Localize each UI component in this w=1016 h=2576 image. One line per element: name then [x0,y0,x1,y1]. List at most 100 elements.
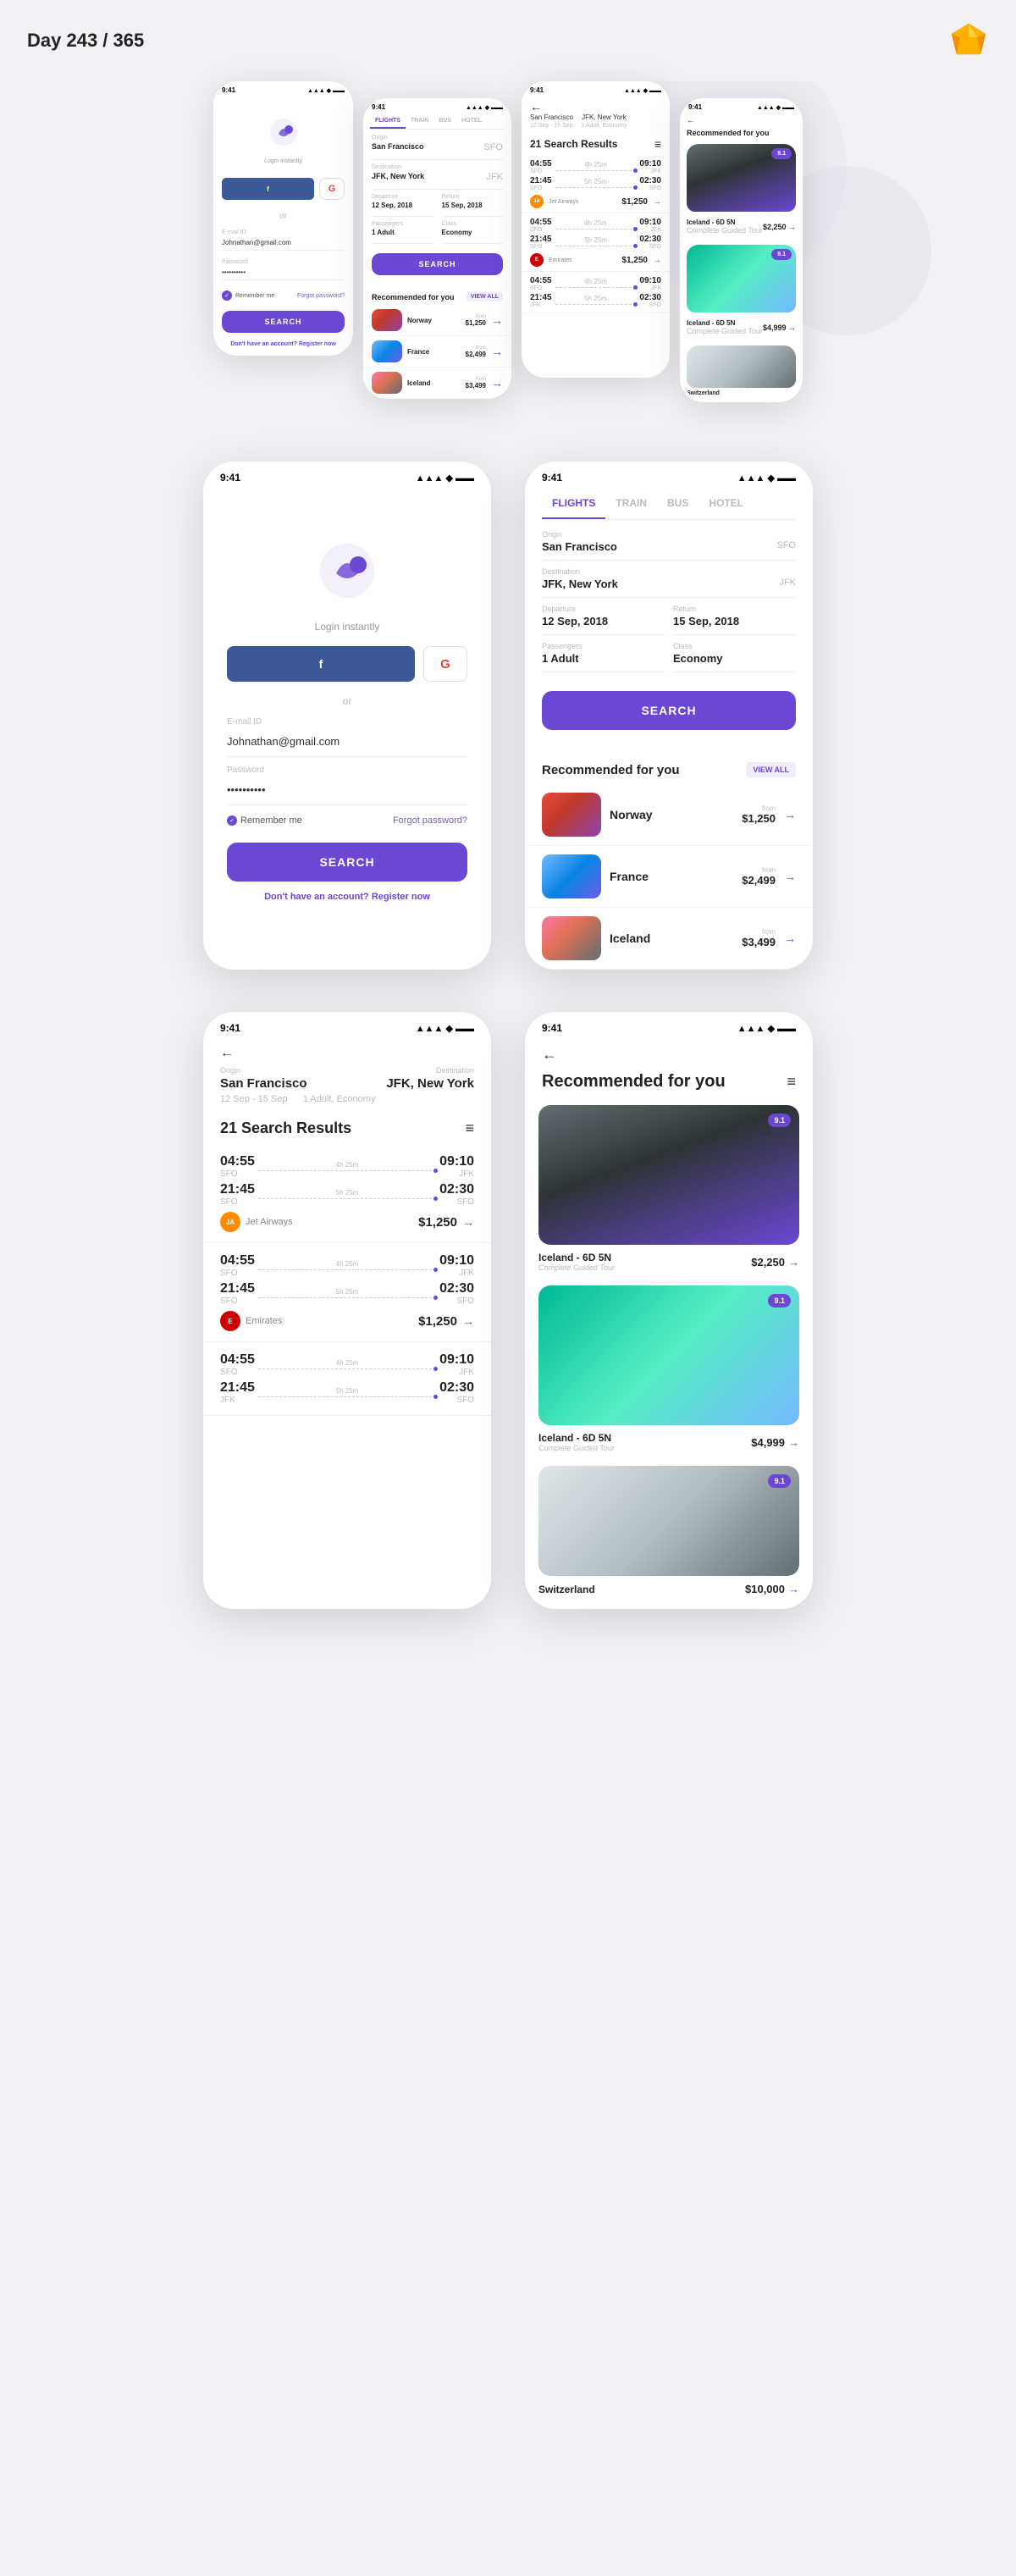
price-arrow-2[interactable]: → [653,256,661,265]
register-link-text-lg[interactable]: Register now [372,892,430,902]
dep-label-sm: Departure [372,194,433,200]
google-button-lg[interactable]: G [423,646,467,682]
view-all-btn-lg[interactable]: VIEW ALL [746,762,796,777]
tab-flights-lg[interactable]: FLIGHTS [542,487,605,519]
dur3b-lg: 5h 25m [258,1387,436,1395]
phone-rec-cards-large: 9:41 ▲▲▲ ◆ ▬▬ ← Recommended for you ≡ 9.… [525,1012,813,1609]
norway-arrow-lg[interactable]: → [784,808,796,821]
facebook-icon: f [267,185,269,193]
tab-train[interactable]: TRAIN [406,113,433,129]
dep-code-1b: SFO [530,185,552,191]
back-arrow-sm[interactable]: ← [530,100,661,113]
flight-3-sm: 04:55 SFO 4h 25m 09:10 JFK 21:45 [522,272,670,313]
france-arrow-sm[interactable]: → [491,345,503,358]
arr-time-3: 09:10 [639,276,661,285]
rec-cards-header-sm: Recommended for you [680,125,803,141]
tab-train-lg[interactable]: TRAIN [605,487,657,519]
rec-item-norway-lg: Norway from $1,250 → [525,784,813,846]
facebook-button-lg[interactable]: f [227,646,415,682]
pax-label-lg: Passengers [542,642,665,650]
card-arrow-3-lg[interactable]: → [788,1583,799,1595]
results-title-row-sm: 21 Search Results ≡ [522,133,670,155]
register-prompt: Don't have an account? Register now [230,341,336,347]
google-icon: G [329,184,336,194]
filter-icon-cards-lg[interactable]: ≡ [787,1073,796,1091]
dep-code-1: SFO [530,169,552,174]
tab-bus[interactable]: BUS [433,113,456,129]
class-value-sm: Economy [442,229,504,244]
line3b-lg: 5h 25m [258,1387,436,1399]
rec-cards-header-lg: Recommended for you ≡ [525,1064,813,1098]
france-arrow-lg[interactable]: → [784,870,796,883]
email-input-lg[interactable] [227,727,467,757]
back-arrow-lg[interactable]: ← [220,1046,474,1061]
card-price-3-lg: $10,000 → [745,1583,799,1595]
email-input[interactable] [222,235,345,251]
dest-label-lg: Destination [542,567,796,576]
password-input[interactable] [222,265,345,280]
tab-hotel-lg[interactable]: HOTEL [698,487,754,519]
card-tour-1-lg: Complete Guided Tour [538,1263,615,1272]
view-all-btn-sm[interactable]: VIEW ALL [467,292,503,301]
tab-bus-lg[interactable]: BUS [657,487,698,519]
pax-label-sm: Passengers [372,221,433,227]
tab-hotel[interactable]: HOTEL [456,113,487,129]
results-header-sm: ← San Francisco JFK, New York 12 Sep - 1… [522,96,670,133]
section-bottom-mockups: 9:41 ▲▲▲ ◆ ▬▬ ← Origin San Francisco Des… [0,995,1016,1643]
tab-flights[interactable]: FLIGHTS [370,113,406,129]
arr-c1-lg: JFK [439,1169,474,1179]
rec-item-iceland-lg: Iceland from $3,499 → [525,908,813,970]
back-arrow-4[interactable]: ← [687,116,695,125]
facebook-button[interactable]: f [222,178,314,200]
remember-checkbox[interactable] [222,290,232,301]
iceland-price-lg: $3,499 [742,936,776,948]
google-button[interactable]: G [319,178,345,200]
iceland-arrow-sm[interactable]: → [491,376,503,390]
flight-2-row2: 21:45 SFO 5h 25m 02:30 SFO [530,235,661,250]
search-btn-lg[interactable]: SEARCH [542,691,796,730]
flight-1-sm: 04:55 SFO 4h 25m 09:10 JFK 21:45 [522,155,670,213]
dep-c3b-lg: JFK [220,1396,255,1405]
card-arrow-2-lg[interactable]: → [788,1436,799,1449]
price-arrow-1[interactable]: → [653,197,661,207]
france-thumb-sm [372,340,402,362]
status-bar-2: 9:41 ▲▲▲ ◆ ▬▬ [363,98,511,113]
dep-code-3b: JFK [530,302,552,308]
flight-1-row1: 04:55 SFO 4h 25m 09:10 JFK [530,159,661,174]
duration-2: 4h 25m [555,219,637,227]
price-arrow-2-lg[interactable]: → [462,1314,474,1328]
back-arrow-lg-4[interactable]: ← [542,1046,557,1063]
arr-code-1: JFK [639,169,661,174]
duration-3: 4h 25m [555,278,637,285]
filter-icon-lg[interactable]: ≡ [465,1119,474,1137]
arr-time-2: 09:10 [639,218,661,227]
rec-title-lg: Recommended for you [542,763,680,777]
remember-checkbox-lg[interactable] [227,815,237,826]
forgot-password-lg[interactable]: Forgot password? [393,815,467,826]
price-arrow-1-lg[interactable]: → [462,1215,474,1229]
search-button-lg[interactable]: SEARCH [227,843,467,882]
password-label: Password [222,259,248,265]
dep-time-3b: 21:45 [530,293,552,302]
remember-me-lg: Remember me [227,815,302,826]
filter-icon-sm[interactable]: ≡ [654,137,661,151]
card-arrow-1-lg[interactable]: → [788,1256,799,1269]
origin-sm: San Francisco [530,113,573,121]
remember-row-lg: Remember me Forgot password? [227,815,467,826]
switzerland-label-sm: Switzerland [687,388,796,399]
password-input-lg[interactable] [227,775,467,805]
flight-line-3: 4h 25m [555,278,637,290]
norway-arrow-sm[interactable]: → [491,313,503,327]
dates-row-lg: Departure 12 Sep, 2018 Return 15 Sep, 20… [542,605,796,642]
line1b-lg: 5h 25m [258,1189,436,1201]
iceland-arrow-lg[interactable]: → [784,931,796,945]
register-link-text[interactable]: Register now [299,341,336,347]
arr-code-2: JFK [639,227,661,233]
status-bar-4: 9:41 ▲▲▲ ◆ ▬▬ [680,98,803,113]
france-from-lg: from [742,866,776,874]
forgot-password-link[interactable]: Forgot password? [297,293,345,299]
search-button[interactable]: SEARCH [222,311,345,333]
line1-lg: 4h 25m [258,1161,436,1173]
tabs-row-lg: FLIGHTS TRAIN BUS HOTEL [542,487,796,520]
search-btn-sm[interactable]: SEARCH [372,253,503,275]
